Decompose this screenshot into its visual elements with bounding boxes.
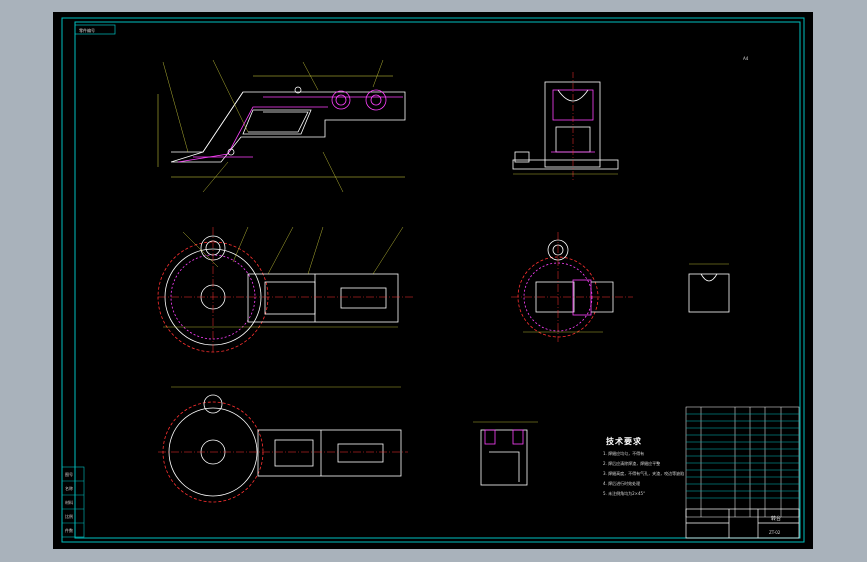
title-block-name: 转台 (771, 515, 781, 522)
left-table-cell-3: 材料 (65, 499, 73, 505)
corner-label: 零件编号 (79, 27, 95, 33)
technical-requirements: 技术要求 1. 焊缝应均匀，不得有 2. 焊后应清除焊渣，焊缝应平整 3. 焊缝… (603, 436, 684, 496)
left-table-cell-5: 件数 (65, 527, 73, 533)
parts-list (685, 406, 800, 518)
tech-req-line-5: 5. 未注倒角均为2×45° (603, 490, 645, 496)
tech-req-line-2: 2. 焊后应清除焊渣，焊缝应平整 (603, 460, 660, 466)
title-block (685, 508, 800, 539)
detail-view (688, 263, 730, 313)
bottom-plan-view (158, 386, 408, 503)
tech-req-line-4: 4. 焊后进行时效处理 (603, 480, 640, 486)
middle-section-view (511, 232, 633, 342)
tech-req-line-1: 1. 焊缝应均匀，不得有 (603, 450, 644, 456)
top-side-view (157, 59, 406, 193)
cad-drawing: 零件编号 A4 技术要求 1. 焊缝应均匀，不得有 2. 焊后应清除焊渣，焊缝应… (61, 17, 805, 543)
top-end-view (512, 72, 619, 182)
tech-req-title: 技术要求 (606, 436, 642, 446)
left-table-cell-4: 比例 (65, 513, 73, 519)
left-table-cell-1: 图号 (65, 471, 73, 477)
title-block-code: ZT-02 (769, 530, 781, 535)
tech-req-line-3: 3. 焊缝高度，不得有气孔，夹渣，咬边等缺陷 (603, 470, 684, 476)
corner-note: A4 (743, 56, 749, 61)
sheet-outer-border (61, 17, 805, 543)
left-table-cell-2: 名称 (65, 485, 73, 491)
middle-plan-view (157, 226, 413, 353)
cad-viewport[interactable]: 零件编号 A4 技术要求 1. 焊缝应均匀，不得有 2. 焊后应清除焊渣，焊缝应… (53, 12, 813, 549)
sheet-inner-border (74, 21, 801, 539)
bottom-section-view (473, 421, 538, 486)
